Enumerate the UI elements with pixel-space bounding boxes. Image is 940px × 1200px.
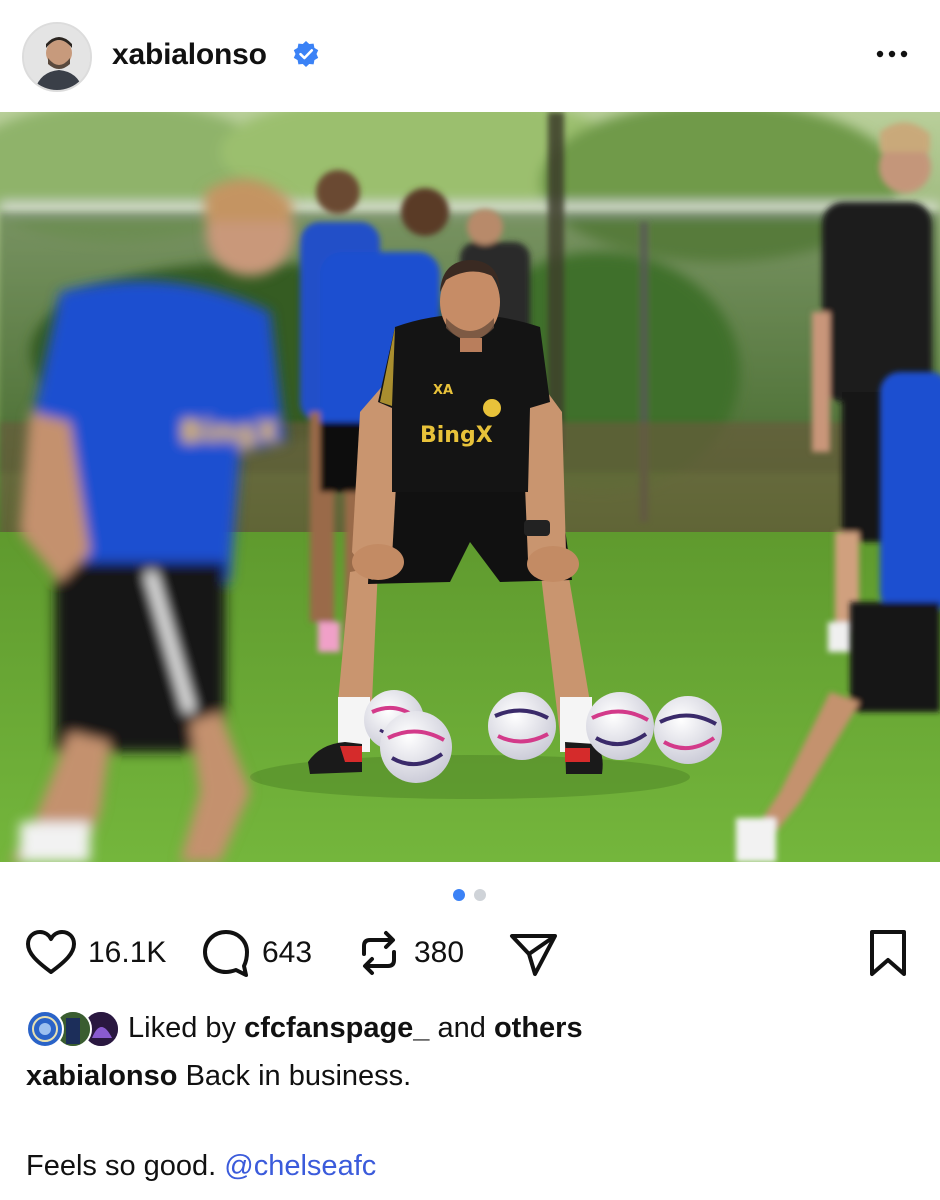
svg-text:BingX: BingX	[180, 415, 279, 450]
verified-badge-icon	[293, 41, 319, 67]
user-avatar[interactable]	[22, 22, 92, 92]
comment-count[interactable]: 643	[262, 936, 312, 970]
liked-by-and: and	[437, 1012, 486, 1044]
post-actions: 16.1K 643 380	[0, 920, 940, 990]
liked-by-username[interactable]: cfcfanspage_	[244, 1012, 429, 1044]
liked-by-prefix: Liked by	[128, 1012, 237, 1044]
post-caption: xabialonso Back in business.	[26, 1060, 411, 1093]
caption-username[interactable]: xabialonso	[26, 1060, 178, 1092]
share-icon[interactable]	[508, 928, 560, 978]
post-username[interactable]: xabialonso	[112, 38, 267, 72]
like-count[interactable]: 16.1K	[88, 936, 166, 970]
liked-by-row: Liked by cfcfanspage_ and others	[26, 1008, 906, 1052]
svg-text:BingX: BingX	[420, 423, 493, 448]
heart-icon[interactable]	[24, 928, 78, 978]
caption-mention-link[interactable]: @chelseafc	[224, 1150, 376, 1182]
liked-by-others[interactable]: others	[494, 1012, 583, 1044]
carousel-dot-active[interactable]	[453, 889, 465, 901]
liked-by-text: Liked by cfcfanspage_ and others	[128, 1012, 583, 1045]
carousel-dot[interactable]	[474, 889, 486, 901]
svg-text:XA: XA	[433, 383, 453, 398]
comment-icon[interactable]	[200, 928, 252, 978]
post-header: xabialonso	[0, 0, 940, 112]
repost-count[interactable]: 380	[414, 936, 464, 970]
caption-text-line2: Feels so good.	[26, 1150, 217, 1182]
bookmark-icon[interactable]	[866, 928, 910, 978]
post-photo[interactable]: XA BingX BingX	[0, 112, 940, 862]
more-horizontal-icon[interactable]	[872, 40, 912, 68]
repost-icon[interactable]	[354, 928, 404, 978]
caption-text: Back in business.	[185, 1060, 412, 1092]
post-caption-line2: Feels so good. @chelseafc	[26, 1150, 376, 1183]
liker-avatar[interactable]	[26, 1010, 64, 1048]
carousel-indicator	[0, 889, 940, 903]
